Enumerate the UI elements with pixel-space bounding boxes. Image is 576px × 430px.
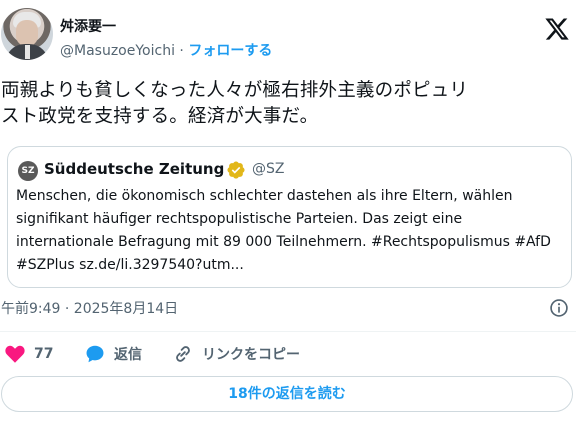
divider	[0, 331, 576, 332]
reply-button[interactable]: 返信	[84, 343, 142, 365]
follow-button[interactable]: フォローする	[188, 43, 272, 59]
action-bar: 77 返信 リンクをコピー	[0, 340, 576, 368]
quoted-author-handle: @SZ	[252, 161, 285, 177]
like-button[interactable]: 77	[4, 343, 53, 365]
link-icon	[176, 346, 190, 362]
like-count: 77	[34, 346, 54, 362]
tweet-text: 両親よりも貧しくなった人々が極右排外主義のポピュリ スト政党を支持する。経済が大…	[1, 78, 571, 130]
quoted-author-name: Süddeutsche Zeitung	[44, 160, 225, 178]
quoted-tweet[interactable]: SZ Süddeutsche Zeitung @SZ Menschen, die…	[7, 146, 572, 288]
x-logo-icon[interactable]	[544, 16, 570, 42]
sz-avatar[interactable]: SZ	[18, 161, 38, 181]
read-replies-button[interactable]: 18件の返信を読む	[1, 376, 573, 412]
tweet-timestamp[interactable]: 午前9:49 · 2025年8月14日	[1, 298, 178, 318]
author-handle-line: @MasuzoeYoichi · フォローする	[60, 40, 272, 60]
reply-bubble-icon	[86, 345, 104, 363]
verified-badge-icon	[227, 161, 245, 179]
tweet-header: 舛添要一 @MasuzoeYoichi · フォローする	[0, 4, 576, 64]
info-icon[interactable]	[549, 298, 569, 318]
copy-link-label: リンクをコピー	[202, 347, 300, 363]
reply-label: 返信	[114, 347, 142, 363]
tweet-text-line-1: 両親よりも貧しくなった人々が極右排外主義のポピュリ	[1, 80, 469, 101]
tweet-text-line-2: スト政党を支持する。経済が大事だ。	[1, 106, 319, 127]
separator: ·	[179, 43, 184, 59]
author-name[interactable]: 舛添要一	[60, 16, 116, 36]
copy-link-button[interactable]: リンクをコピー	[172, 343, 300, 365]
quoted-tweet-text: Menschen, die ökonomisch schlechter dast…	[16, 188, 551, 273]
avatar[interactable]	[1, 8, 53, 60]
heart-icon	[5, 345, 25, 363]
author-handle[interactable]: @MasuzoeYoichi	[60, 43, 175, 59]
